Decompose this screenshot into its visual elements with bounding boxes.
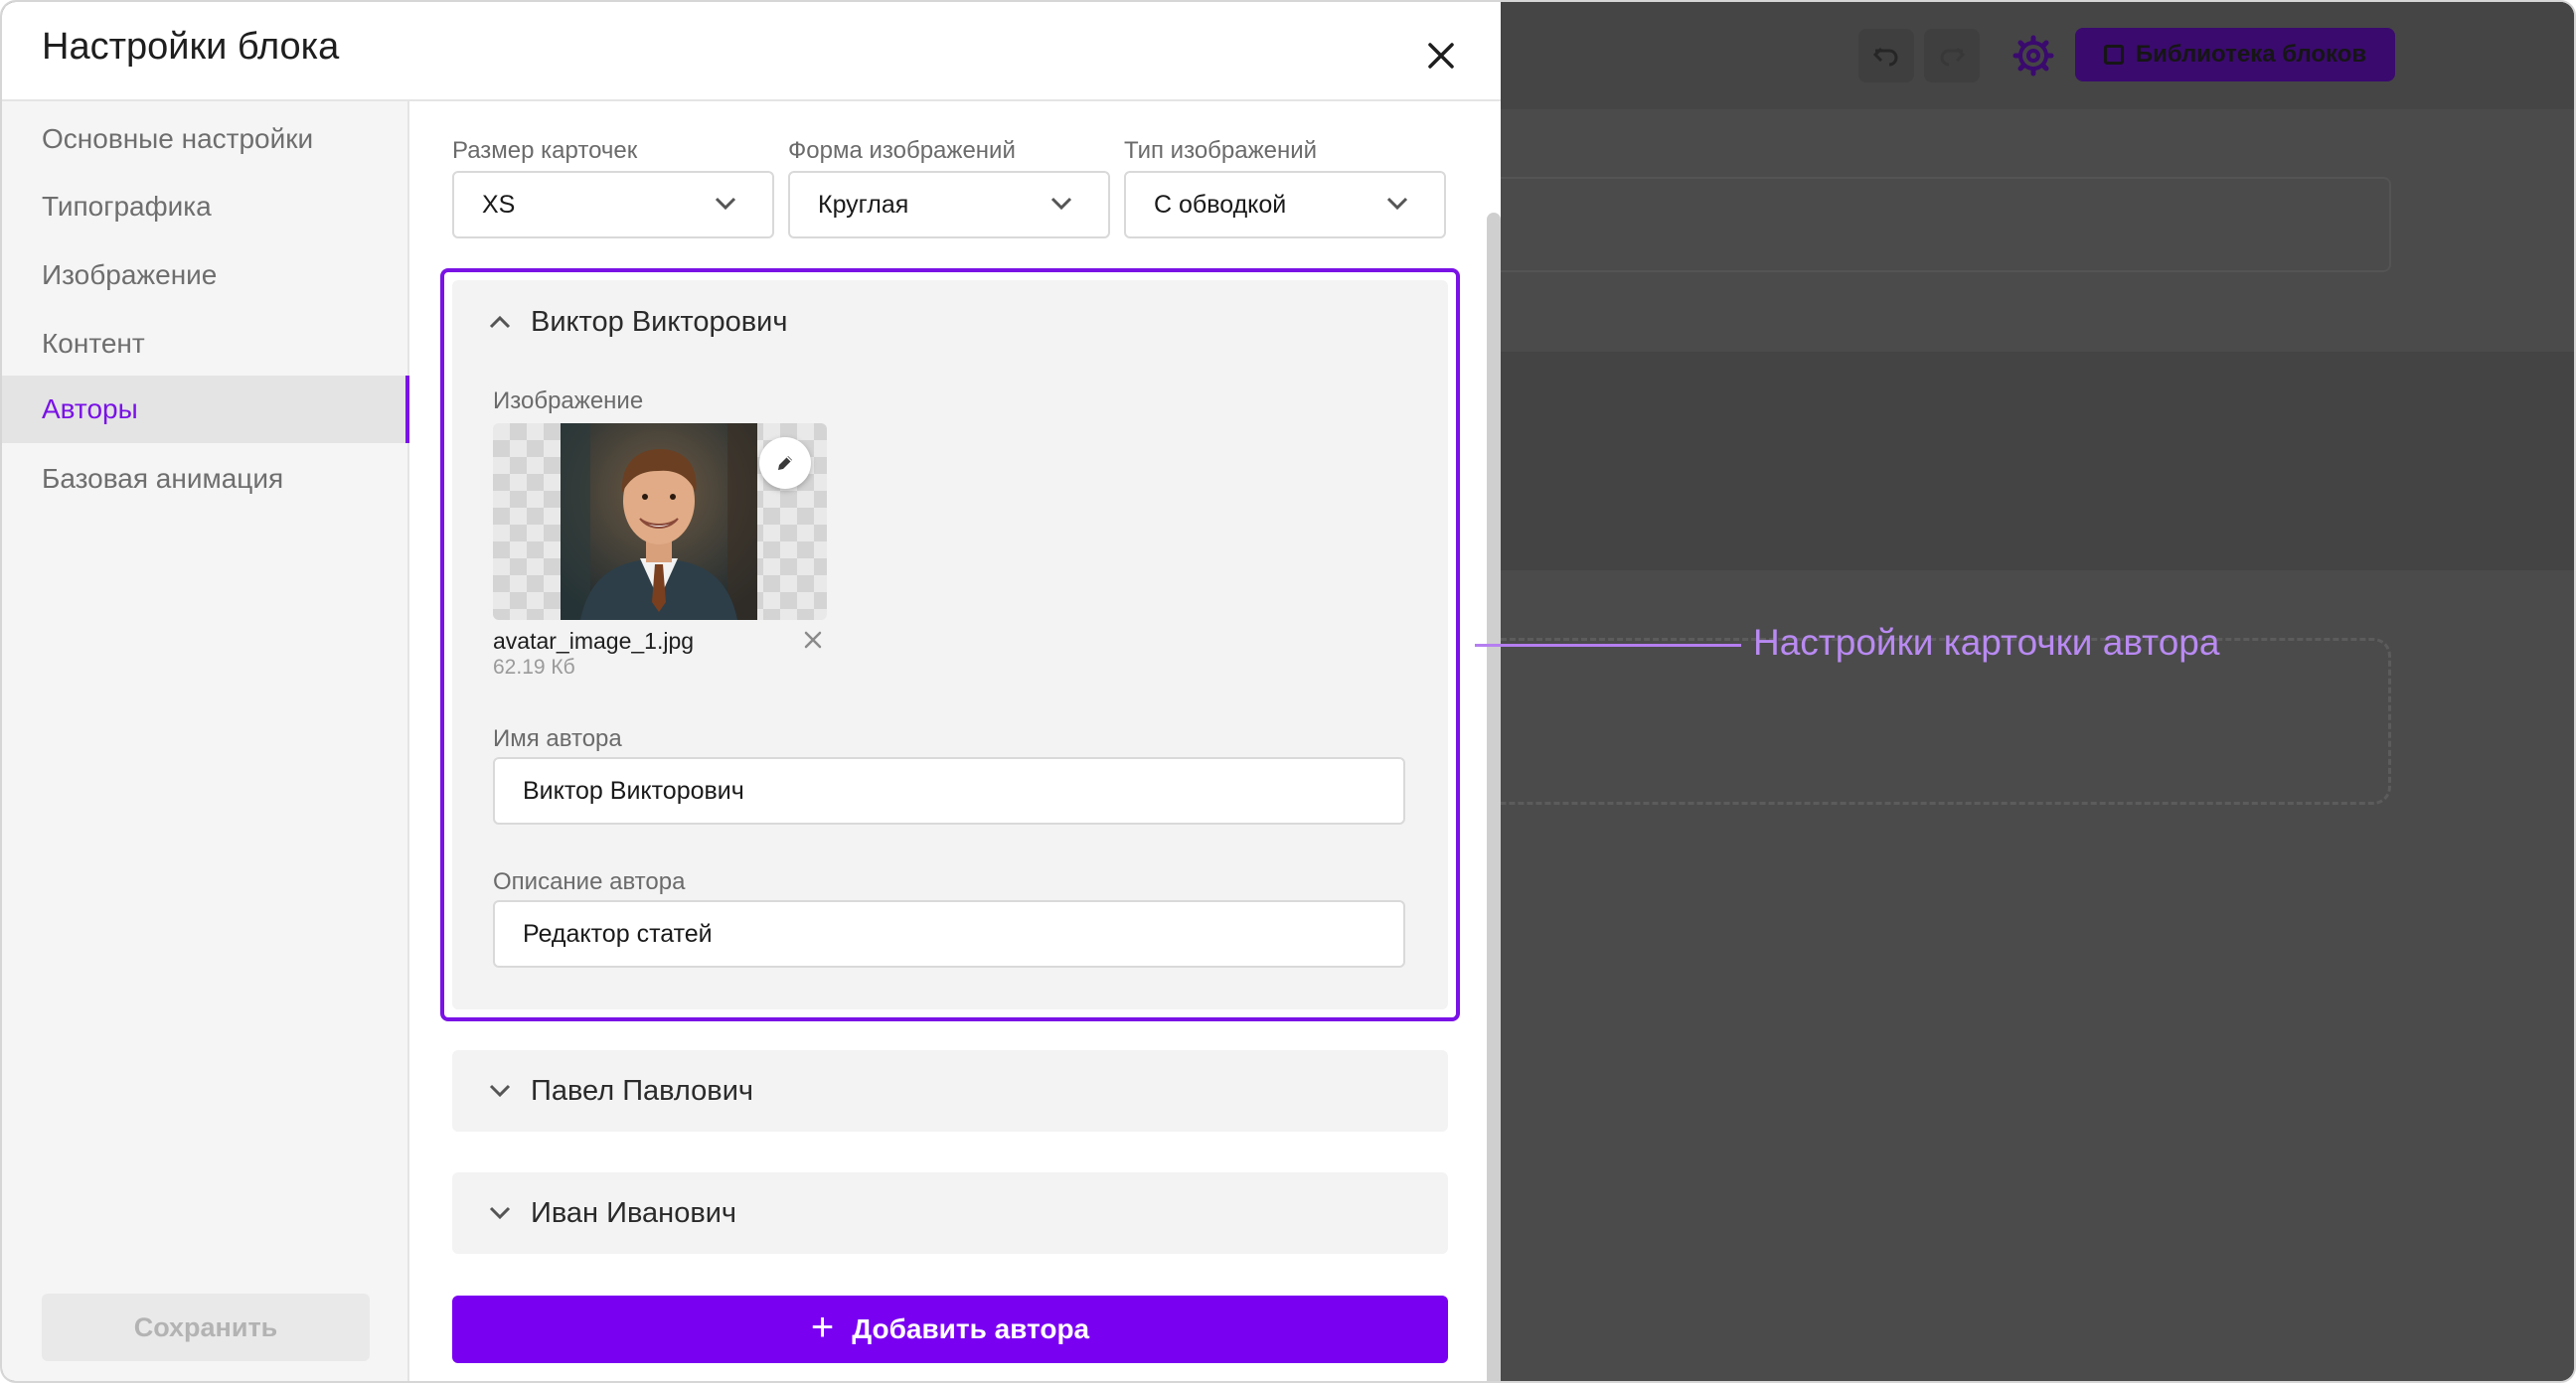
author-description-label: Описание автора [493,868,686,895]
chevron-down-icon [489,1206,511,1220]
author-card-title: Иван Иванович [531,1196,737,1229]
dialog-header: Настройки блока [2,2,1501,101]
content-scrollbar[interactable] [1487,213,1501,1381]
sidebar-item-base-animation[interactable]: Базовая анимация [2,445,409,513]
sidebar-item-main-settings[interactable]: Основные настройки [2,105,409,173]
sidebar-item-typography[interactable]: Типографика [2,173,409,240]
chevron-down-icon [715,197,736,211]
block-library-label: Библиотека блоков [2135,41,2367,68]
add-author-button[interactable]: + Добавить автора [452,1296,1448,1363]
image-type-label: Тип изображений [1124,137,1318,164]
author-name-label: Имя автора [493,725,622,752]
author-description-input[interactable]: Редактор статей [493,900,1405,968]
author-card-header[interactable]: Иван Иванович [489,1189,736,1237]
author-card-title: Павел Павлович [531,1074,753,1107]
chevron-down-icon [1386,197,1408,211]
sidebar-item-image[interactable]: Изображение [2,241,409,309]
file-size: 62.19 Кб [493,656,575,679]
card-size-select[interactable]: XS [452,171,774,238]
remove-file-icon[interactable] [801,628,825,652]
author-card-header[interactable]: Виктор Викторович [489,298,787,346]
chevron-down-icon [1050,197,1072,211]
block-library-button[interactable]: Библиотека блоков [2075,28,2395,81]
image-icon [2103,45,2124,65]
editor-block-placeholder [1501,177,2391,272]
card-size-value: XS [482,190,516,219]
chevron-down-icon [489,1084,511,1098]
image-shape-label: Форма изображений [788,137,1016,164]
dialog-title: Настройки блока [42,26,340,68]
app-frame: Библиотека блоков Настройки блока Основн… [0,0,2576,1383]
plus-icon: + [810,1306,835,1349]
callout-text: Настройки карточки автора [1753,622,2220,663]
editor-toolbar: Библиотека блоков [1501,2,2574,109]
add-author-label: Добавить автора [852,1313,1090,1344]
image-type-value: С обводкой [1154,190,1287,219]
callout-line [1475,644,1741,647]
author-card-header[interactable]: Павел Павлович [489,1067,753,1115]
block-settings-dialog: Настройки блока Основные настройки Типог… [2,2,1501,1381]
pencil-icon [778,456,792,470]
author-photo [561,423,757,620]
image-type-select[interactable]: С обводкой [1124,171,1446,238]
settings-sidebar: Основные настройки Типографика Изображен… [2,101,409,1381]
chevron-up-icon [489,315,511,329]
sidebar-item-content[interactable]: Контент [2,310,409,378]
sidebar-item-authors[interactable]: Авторы [2,376,409,443]
gear-icon[interactable] [2010,32,2057,79]
editor-section [1501,352,2574,570]
close-icon[interactable] [1413,28,1469,83]
author-card-title: Виктор Викторович [531,305,788,338]
image-field-label: Изображение [493,387,644,414]
file-name: avatar_image_1.jpg [493,628,695,654]
image-shape-value: Круглая [818,190,909,219]
image-shape-select[interactable]: Круглая [788,171,1110,238]
author-name-input[interactable]: Виктор Викторович [493,757,1405,825]
card-size-label: Размер карточек [452,137,638,164]
save-button[interactable]: Сохранить [42,1294,370,1361]
undo-icon[interactable] [1858,29,1914,82]
redo-icon[interactable] [1924,29,1980,82]
editor-overlay: Библиотека блоков [1501,2,2574,1381]
edit-image-button[interactable] [759,437,811,489]
